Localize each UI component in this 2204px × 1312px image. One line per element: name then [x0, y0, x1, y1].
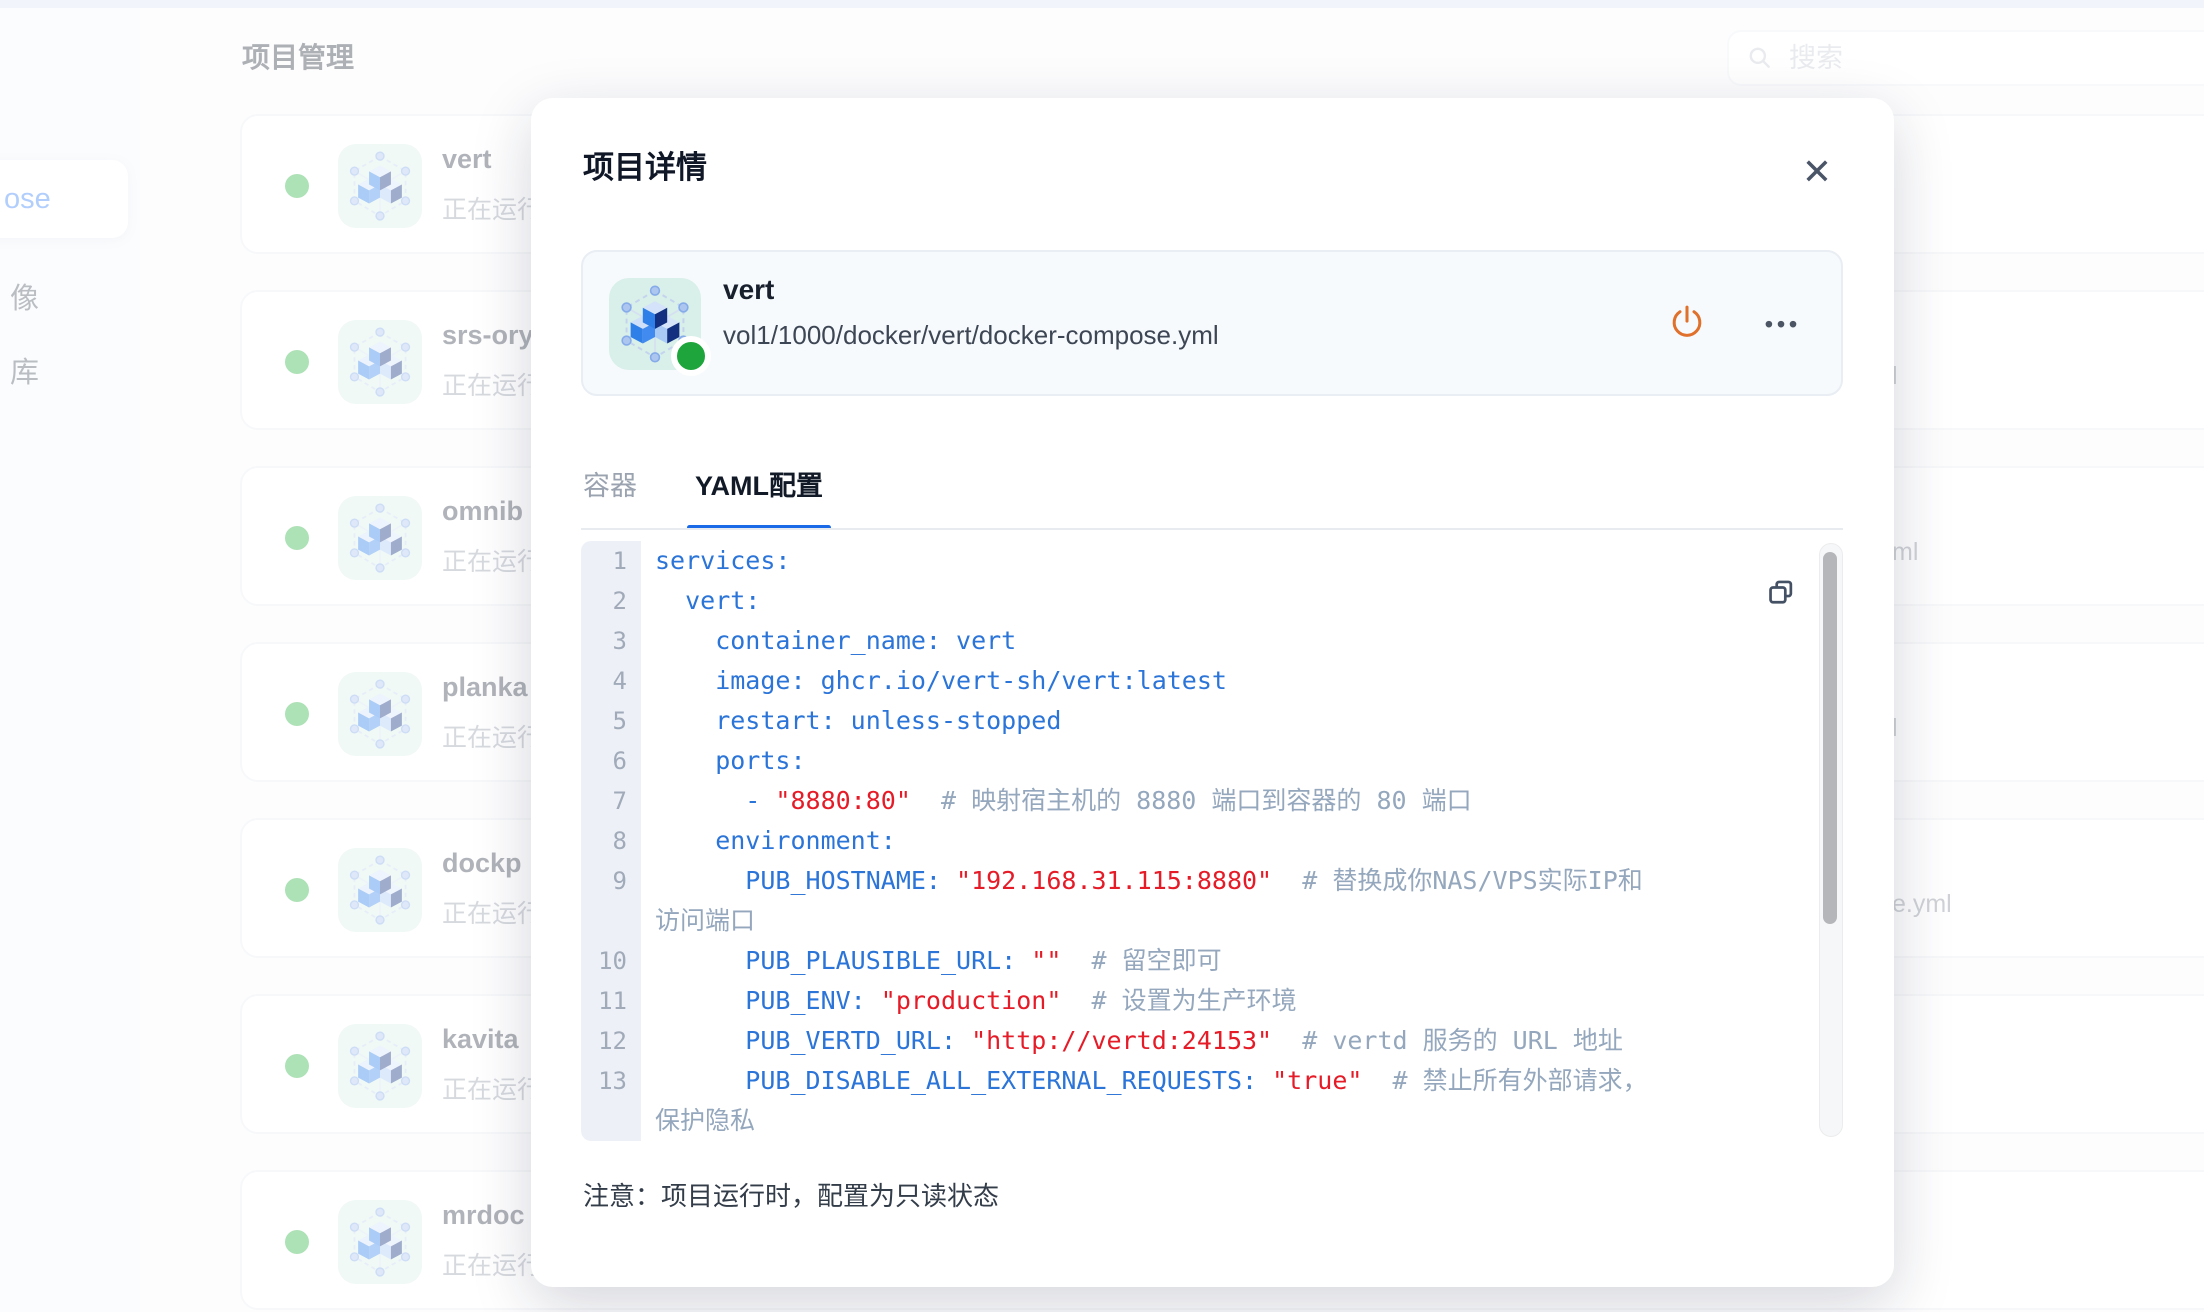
code-line: container_name: vert	[641, 621, 1843, 661]
project-summary-card: vert vol1/1000/docker/vert/docker-compos…	[581, 250, 1843, 396]
line-number: 4	[581, 661, 641, 701]
code-line: environment:	[641, 821, 1843, 861]
yaml-code-lines: 1 services: 2 vert: 3 container_name: ve…	[581, 541, 1843, 1141]
tab[interactable]: YAML配置	[695, 464, 823, 530]
code-line: image: ghcr.io/vert-sh/vert:latest	[641, 661, 1843, 701]
copy-icon	[1765, 577, 1797, 609]
tab[interactable]: 容器	[583, 464, 637, 530]
code-line: 访问端口	[641, 901, 1843, 941]
modal-tabs: 容器 YAML配置	[583, 464, 823, 530]
code-row: 3 container_name: vert	[581, 621, 1843, 661]
running-status-dot	[671, 336, 711, 376]
tabs-divider	[581, 528, 1843, 530]
project-name: vert	[723, 274, 774, 306]
code-line: PUB_HOSTNAME: "192.168.31.115:8880" # 替换…	[641, 861, 1843, 901]
code-row: 6 ports:	[581, 741, 1843, 781]
code-row: 2 vert:	[581, 581, 1843, 621]
code-row: 7 - "8880:80" # 映射宿主机的 8880 端口到容器的 80 端口	[581, 781, 1843, 821]
tab-label: YAML配置	[695, 471, 823, 501]
line-number: 10	[581, 941, 641, 981]
power-button[interactable]	[1655, 292, 1719, 356]
line-number: 9	[581, 861, 641, 901]
code-row: 访问端口	[581, 901, 1843, 941]
code-line: ports:	[641, 741, 1843, 781]
code-line: 保护隐私	[641, 1101, 1843, 1141]
code-line: restart: unless-stopped	[641, 701, 1843, 741]
code-row: 13 PUB_DISABLE_ALL_EXTERNAL_REQUESTS: "t…	[581, 1061, 1843, 1101]
code-row: 8 environment:	[581, 821, 1843, 861]
code-line: - "8880:80" # 映射宿主机的 8880 端口到容器的 80 端口	[641, 781, 1843, 821]
code-row: 12 PUB_VERTD_URL: "http://vertd:24153" #…	[581, 1021, 1843, 1061]
code-row: 9 PUB_HOSTNAME: "192.168.31.115:8880" # …	[581, 861, 1843, 901]
line-number: 5	[581, 701, 641, 741]
line-number: 1	[581, 541, 641, 581]
project-path: vol1/1000/docker/vert/docker-compose.yml	[723, 320, 1219, 351]
line-number: 3	[581, 621, 641, 661]
code-row: 4 image: ghcr.io/vert-sh/vert:latest	[581, 661, 1843, 701]
close-button[interactable]: ✕	[1789, 144, 1845, 200]
line-number: 2	[581, 581, 641, 621]
readonly-note: 注意：项目运行时，配置为只读状态	[583, 1176, 999, 1213]
more-actions-button[interactable]: •••	[1751, 292, 1815, 356]
modal-title: 项目详情	[583, 142, 707, 187]
line-number: 11	[581, 981, 641, 1021]
copy-button[interactable]	[1759, 571, 1803, 615]
code-line: PUB_PLAUSIBLE_URL: "" # 留空即可	[641, 941, 1843, 981]
line-number: 6	[581, 741, 641, 781]
line-number: 12	[581, 1021, 641, 1061]
code-row: 11 PUB_ENV: "production" # 设置为生产环境	[581, 981, 1843, 1021]
line-number: 7	[581, 781, 641, 821]
code-row: 1 services:	[581, 541, 1843, 581]
code-row: 5 restart: unless-stopped	[581, 701, 1843, 741]
power-icon	[1666, 303, 1708, 345]
line-number: 8	[581, 821, 641, 861]
code-line: services:	[641, 541, 1843, 581]
line-number	[581, 1101, 641, 1141]
code-line: PUB_VERTD_URL: "http://vertd:24153" # ve…	[641, 1021, 1843, 1061]
line-number	[581, 901, 641, 941]
close-icon: ✕	[1802, 152, 1832, 193]
code-row: 保护隐私	[581, 1101, 1843, 1141]
code-row: 10 PUB_PLAUSIBLE_URL: "" # 留空即可	[581, 941, 1843, 981]
code-line: vert:	[641, 581, 1843, 621]
ellipsis-icon: •••	[1765, 311, 1801, 338]
code-line: PUB_DISABLE_ALL_EXTERNAL_REQUESTS: "true…	[641, 1061, 1843, 1101]
yaml-editor: 1 services: 2 vert: 3 container_name: ve…	[581, 541, 1843, 1141]
scrollbar-track[interactable]	[1819, 543, 1843, 1137]
line-number: 13	[581, 1061, 641, 1101]
scrollbar-thumb[interactable]	[1823, 552, 1837, 924]
project-details-modal: 项目详情 ✕ vert vol1/1000/docker/vert/docker…	[531, 98, 1894, 1287]
tab-label: 容器	[583, 471, 637, 501]
code-line: PUB_ENV: "production" # 设置为生产环境	[641, 981, 1843, 1021]
